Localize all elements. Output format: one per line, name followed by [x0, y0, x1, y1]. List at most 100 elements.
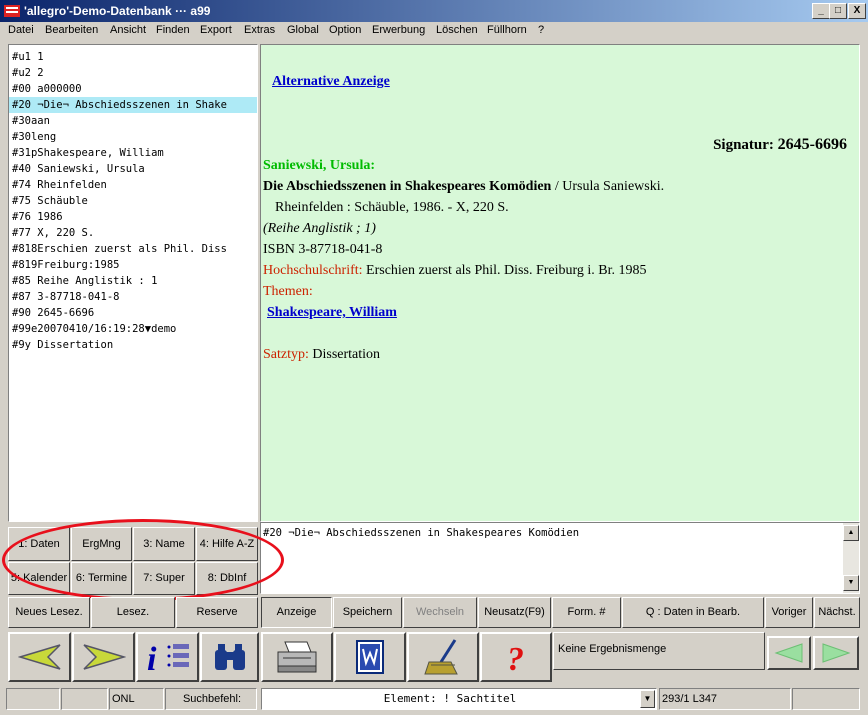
record-line[interactable]: #00 a000000 [9, 81, 257, 97]
menu-ansicht[interactable]: Ansicht [110, 24, 146, 36]
record-line[interactable]: #99e20070410/16:19:28▼demo [9, 321, 257, 337]
record-position: 293/1 L347 [659, 688, 791, 710]
minimize-button[interactable]: _ [812, 3, 830, 19]
help-glyph: ? [507, 641, 524, 675]
queue-button[interactable]: Q : Daten in Bearb. [622, 597, 764, 628]
dropdown-arrow-icon[interactable]: ▼ [640, 690, 655, 708]
shelfmark-label: Signatur: [713, 137, 774, 153]
responsibility: / Ursula Saniewski. [551, 179, 665, 194]
new-bookmark-button[interactable]: Neues Lesez. [8, 597, 90, 628]
imprint-line: Rheinfelden : Schäuble, 1986. - X, 220 S… [275, 200, 509, 215]
menu-erwerbung[interactable]: Erwerbung [372, 24, 425, 36]
title-bar: 'allegro'-Demo-Datenbank ··· a99 _ □ X [0, 0, 868, 22]
thesis-label: Hochschulschrift: [263, 263, 363, 278]
field-editor[interactable]: #20 ¬Die¬ Abschiedsszenen in Shakespeare… [260, 522, 860, 594]
button-daten[interactable]: 1: Daten [8, 527, 70, 561]
triangle-left-icon [774, 643, 803, 663]
menu-fuellhorn[interactable]: Füllhorn [487, 24, 527, 36]
record-line[interactable]: #85 Reihe Anglistik : 1 [9, 273, 257, 289]
menu-help[interactable]: ? [538, 24, 544, 36]
menu-bar: Datei Bearbeiten Ansicht Finden Export E… [0, 22, 868, 41]
editor-scrollbar[interactable]: ▲ ▼ [843, 523, 859, 593]
back-arrow-button[interactable] [8, 632, 71, 682]
switch-button[interactable]: Wechseln [403, 597, 477, 628]
editor-text[interactable]: #20 ¬Die¬ Abschiedsszenen in Shakespeare… [263, 527, 579, 539]
record-line[interactable]: #40 Saniewski, Ursula [9, 161, 257, 177]
title-statement: Die Abschiedsszenen in Shakespeares Komö… [263, 179, 664, 195]
button-termine[interactable]: 6: Termine [71, 562, 132, 595]
record-line[interactable]: #31pShakespeare, William [9, 145, 257, 161]
menu-extras[interactable]: Extras [244, 24, 275, 36]
scroll-up-icon[interactable]: ▲ [843, 525, 859, 541]
status-cell-last [792, 688, 860, 710]
maximize-button[interactable]: □ [829, 3, 847, 19]
subject-link[interactable]: Shakespeare, William [267, 305, 397, 321]
form-button[interactable]: Form. # [552, 597, 621, 628]
menu-datei[interactable]: Datei [8, 24, 34, 36]
record-line[interactable]: #9y Dissertation [9, 337, 257, 353]
shelfmark-value: 2645-6696 [777, 136, 847, 153]
record-line[interactable]: #74 Rheinfelden [9, 177, 257, 193]
binoculars-icon [214, 644, 245, 670]
question-mark-icon: ? [507, 641, 524, 675]
element-select[interactable]: Element: ! Sachtitel ▼ [261, 688, 657, 710]
menu-bearbeiten[interactable]: Bearbeiten [45, 24, 98, 36]
new-record-button[interactable]: Neusatz(F9) [478, 597, 551, 628]
result-next-button[interactable] [813, 636, 859, 670]
record-display-pane: Alternative Anzeige Signatur: 2645-6696 … [260, 44, 860, 522]
button-name[interactable]: 3: Name [133, 527, 195, 561]
word-export-button[interactable] [334, 632, 406, 682]
record-field-list[interactable]: #u1 1 #u2 2 #00 a000000 #20 ¬Die¬ Abschi… [8, 44, 258, 522]
record-line[interactable]: #u1 1 [9, 49, 257, 65]
save-button[interactable]: Speichern [333, 597, 402, 628]
button-super[interactable]: 7: Super [133, 562, 195, 595]
app-icon [4, 5, 20, 17]
triangle-right-icon [822, 643, 851, 663]
reserve-button[interactable]: Reserve [176, 597, 258, 628]
info-index-button[interactable]: i [136, 632, 199, 682]
menu-finden[interactable]: Finden [156, 24, 190, 36]
button-hilfe-az[interactable]: 4: Hilfe A-Z [196, 527, 258, 561]
record-line[interactable]: #75 Schäuble [9, 193, 257, 209]
record-type-label: Satztyp: [263, 347, 309, 362]
author-heading: Saniewski, Ursula: [263, 158, 376, 173]
search-binoculars-button[interactable] [200, 632, 259, 682]
previous-button[interactable]: Voriger [765, 597, 813, 628]
menu-export[interactable]: Export [200, 24, 232, 36]
record-line[interactable]: #30aan [9, 113, 257, 129]
series-line: (Reihe Anglistik ; 1) [263, 221, 376, 236]
menu-option[interactable]: Option [329, 24, 361, 36]
print-button[interactable] [261, 632, 333, 682]
record-line[interactable]: #819Freiburg:1985 [9, 257, 257, 273]
main-title: Die Abschiedsszenen in Shakespeares Komö… [263, 179, 552, 194]
button-ergmng[interactable]: ErgMng [71, 527, 132, 561]
element-select-value[interactable]: Element: ! Sachtitel [262, 689, 638, 709]
close-button[interactable]: X [848, 3, 866, 19]
button-dbinf[interactable]: 8: DbInf [196, 562, 258, 595]
record-line[interactable]: #76 1986 [9, 209, 257, 225]
clear-broom-button[interactable] [407, 632, 479, 682]
display-button[interactable]: Anzeige [261, 597, 332, 628]
record-line[interactable]: #u2 2 [9, 65, 257, 81]
record-line[interactable]: #87 3-87718-041-8 [9, 289, 257, 305]
help-button[interactable]: ? [480, 632, 552, 682]
thesis-note: Hochschulschrift: Erschien zuerst als Ph… [263, 263, 647, 279]
scroll-down-icon[interactable]: ▼ [843, 575, 859, 591]
forward-arrow-button[interactable] [72, 632, 135, 682]
record-line[interactable]: #818Erschien zuerst als Phil. Diss [9, 241, 257, 257]
record-line[interactable]: #30leng [9, 129, 257, 145]
button-kalender[interactable]: 5: Kalender [8, 562, 70, 595]
menu-global[interactable]: Global [287, 24, 319, 36]
record-line[interactable]: #90 2645-6696 [9, 305, 257, 321]
bookmark-button[interactable]: Lesez. [91, 597, 175, 628]
info-abc-icon: i [147, 641, 189, 675]
status-cell-1 [6, 688, 60, 710]
menu-loeschen[interactable]: Löschen [436, 24, 478, 36]
record-line-selected[interactable]: #20 ¬Die¬ Abschiedsszenen in Shake [9, 97, 257, 113]
subjects-label: Themen: [263, 284, 313, 299]
record-line[interactable]: #77 X, 220 S. [9, 225, 257, 241]
arrow-right-icon [82, 644, 126, 670]
next-button[interactable]: Nächst. [814, 597, 860, 628]
result-prev-button[interactable] [767, 636, 811, 670]
alternative-display-link[interactable]: Alternative Anzeige [272, 74, 390, 90]
